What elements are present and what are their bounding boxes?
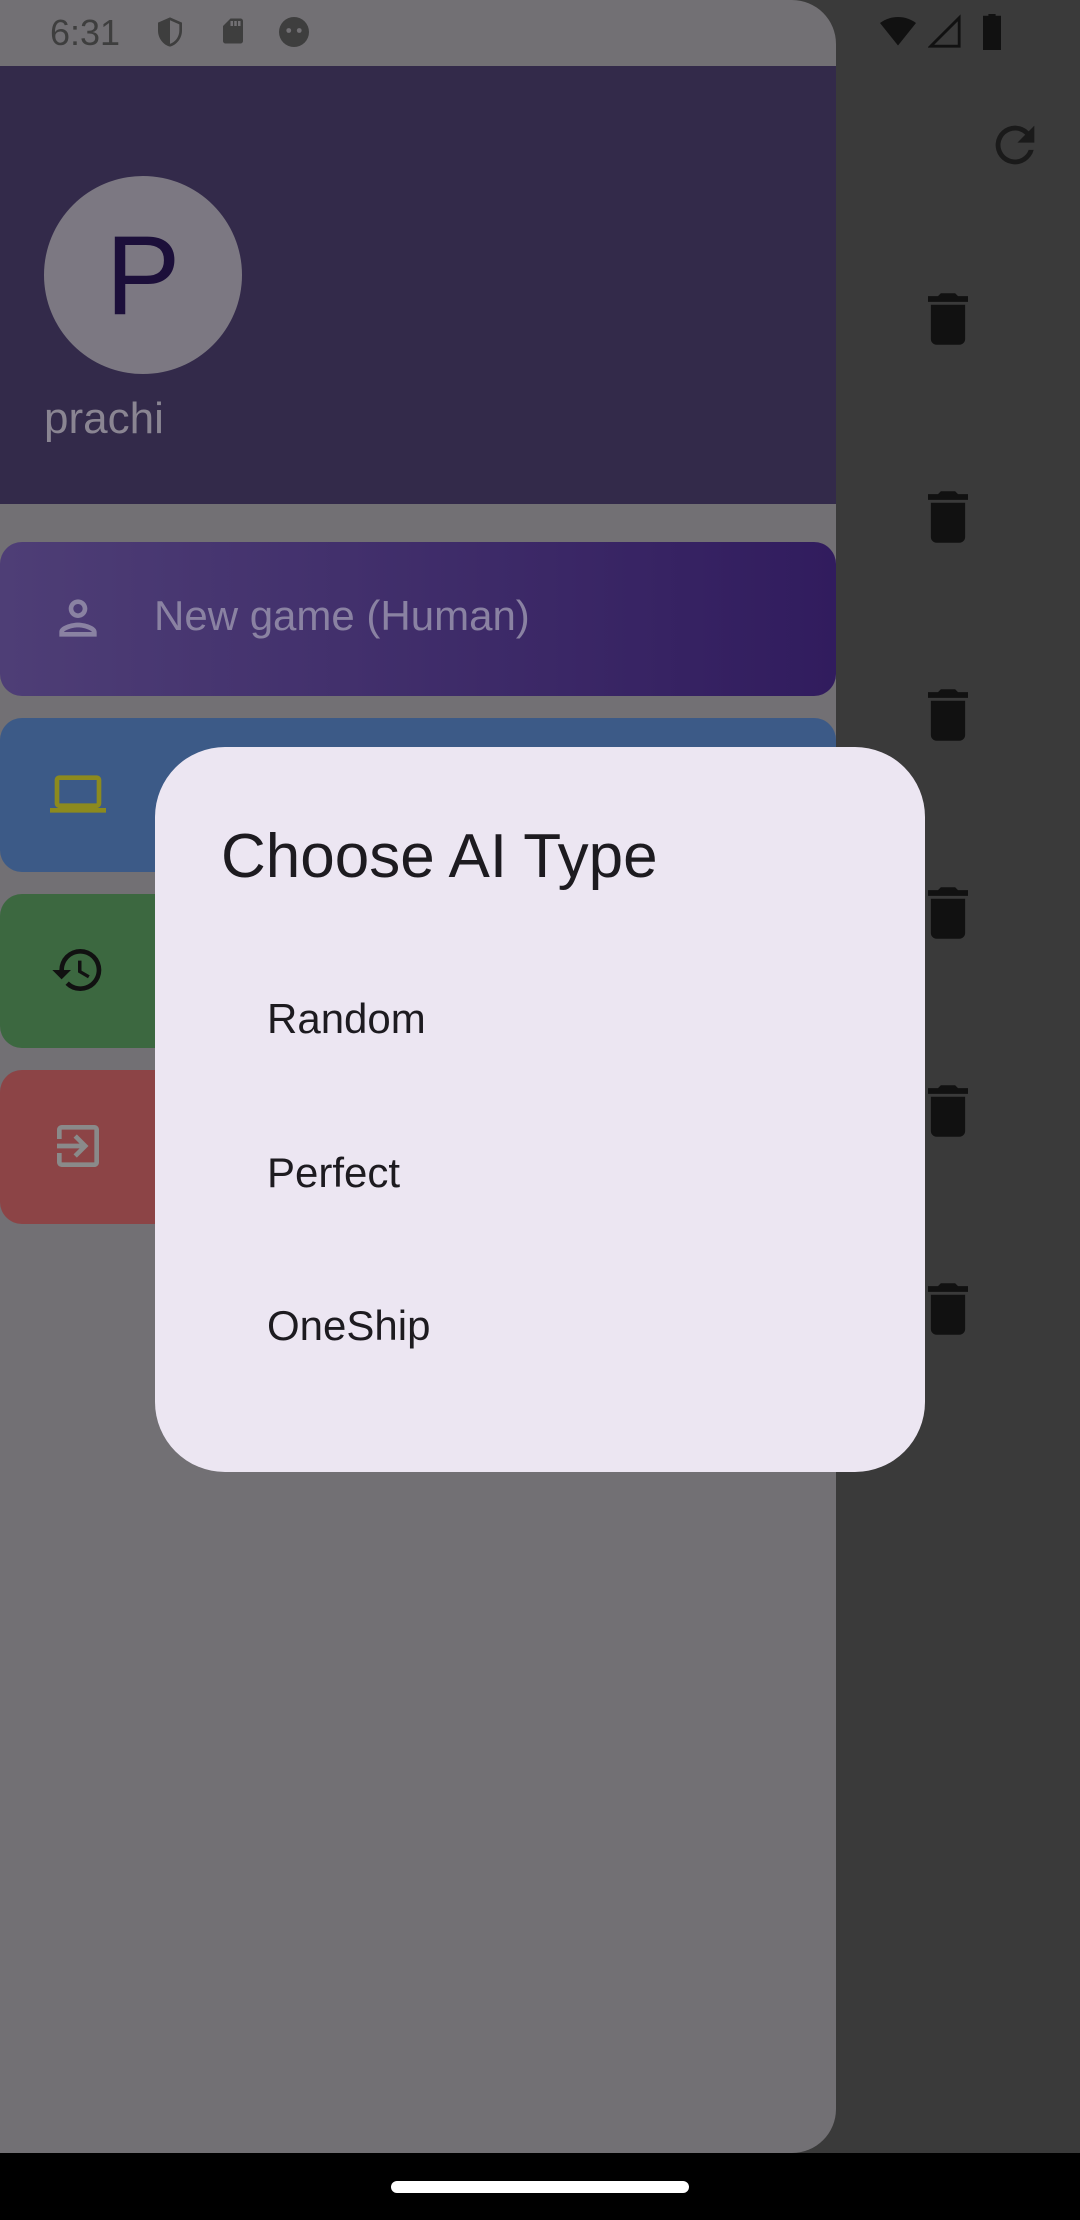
refresh-icon[interactable] — [986, 116, 1044, 174]
option-oneship-label: OneShip — [267, 1302, 431, 1349]
status-time: 6:31 — [50, 12, 121, 53]
avatar-letter: P — [105, 212, 181, 338]
drawer-header: P prachi — [0, 66, 836, 504]
new-game-human-button[interactable]: New game (Human) — [0, 542, 836, 696]
logout-icon — [57, 1125, 99, 1167]
choose-ai-type-dialog: Choose AI Type Random Perfect OneShip — [155, 747, 925, 1472]
trash-icon[interactable] — [928, 886, 968, 940]
trash-icon[interactable] — [928, 292, 968, 346]
option-perfect[interactable]: Perfect — [155, 1099, 925, 1249]
sd-card-icon — [223, 18, 243, 44]
username: prachi — [44, 394, 164, 443]
wifi-icon — [880, 17, 916, 46]
signal-icon — [928, 14, 961, 48]
battery-icon — [983, 14, 1001, 50]
new-game-human-label: New game (Human) — [154, 592, 530, 639]
laptop-icon — [50, 775, 106, 813]
trash-icon[interactable] — [928, 688, 968, 742]
shield-icon — [158, 17, 182, 47]
trash-icon[interactable] — [928, 1282, 968, 1336]
navigation-bar — [0, 2153, 1080, 2220]
dialog-title: Choose AI Type — [221, 822, 658, 891]
avatar: P — [44, 176, 242, 374]
status-bar: 6:31 — [0, 0, 1080, 66]
face-icon — [279, 17, 309, 47]
trash-icon[interactable] — [928, 490, 968, 544]
option-oneship[interactable]: OneShip — [155, 1252, 925, 1402]
trash-icon[interactable] — [928, 1084, 968, 1138]
option-random-label: Random — [267, 995, 426, 1042]
history-icon — [52, 949, 102, 991]
option-perfect-label: Perfect — [267, 1149, 401, 1196]
person-icon — [59, 599, 97, 637]
option-random[interactable]: Random — [155, 945, 925, 1095]
home-handle[interactable] — [391, 2181, 689, 2193]
